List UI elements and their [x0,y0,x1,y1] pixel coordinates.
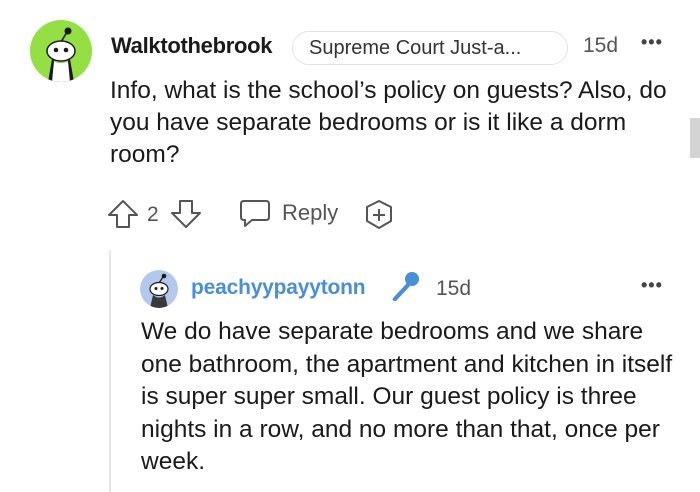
reply-body: We do have separate bedrooms and we shar… [141,318,673,475]
reply-author[interactable]: peachyypayytonn [191,276,366,300]
more-options-icon[interactable]: ••• [641,275,663,296]
downvote-icon[interactable] [170,199,202,234]
scrollbar-thumb[interactable] [690,118,700,158]
reply-button[interactable]: Reply [238,198,338,228]
thread-line[interactable] [109,250,111,492]
snoo-avatar-icon [149,273,169,308]
more-options-icon[interactable]: ••• [641,32,663,53]
comment-body: Info, what is the school’s policy on gue… [110,77,667,168]
user-flair: Supreme Court Just-a... [292,31,568,65]
vote-score: 2 [147,203,159,226]
reply-label: Reply [282,200,339,225]
comment-timestamp: 15d [583,34,619,57]
comment-author[interactable]: Walktothebrook [111,33,273,59]
microphone-icon [388,270,422,309]
award-icon[interactable] [363,199,395,236]
avatar[interactable] [140,270,178,308]
upvote-icon[interactable] [107,199,139,234]
snoo-avatar-icon [46,27,76,82]
avatar[interactable] [30,20,92,82]
reply-timestamp: 15d [436,277,472,300]
reply-icon [240,200,270,227]
